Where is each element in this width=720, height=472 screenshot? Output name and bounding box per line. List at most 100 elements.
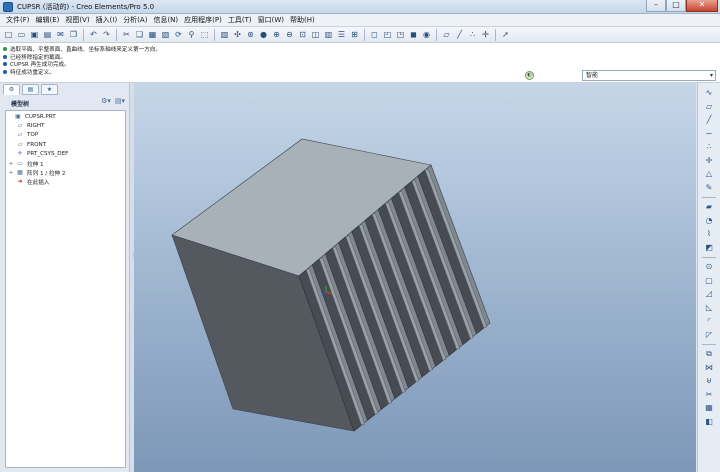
tree-item[interactable]: ▱ FRONT — [6, 140, 46, 149]
tree-settings-icon[interactable]: ⚙▾ — [101, 97, 111, 105]
analysis-icon[interactable]: △ — [703, 169, 715, 179]
email-icon[interactable]: ✉ — [55, 29, 66, 40]
menu-item-5[interactable]: 信息(N) — [150, 15, 181, 25]
zoom-out-icon[interactable]: ⊖ — [284, 29, 295, 40]
save-icon[interactable]: ▣ — [29, 29, 40, 40]
copy-feature-icon[interactable]: ⧉ — [703, 349, 715, 359]
toolbar-separator — [214, 28, 215, 41]
expand-icon[interactable]: + — [8, 170, 14, 176]
tree-item[interactable]: ➜ 在此插入 — [6, 178, 49, 187]
tree-show-icon[interactable]: ▤▾ — [115, 97, 125, 105]
menu-item-3[interactable]: 插入(I) — [93, 15, 121, 25]
menu-item-8[interactable]: 窗口(W) — [255, 15, 287, 25]
mirror-icon[interactable]: ⋈ — [703, 363, 715, 373]
redo-icon[interactable]: ↷ — [101, 29, 112, 40]
draft-icon[interactable]: ◺ — [703, 303, 715, 313]
menu-item-6[interactable]: 应用程序(P) — [181, 15, 225, 25]
refit-icon[interactable]: ⊡ — [297, 29, 308, 40]
shading-icon[interactable]: ◼ — [408, 29, 419, 40]
menu-item-0[interactable]: 文件(F) — [3, 15, 33, 25]
wireframe-icon[interactable]: ◻ — [369, 29, 380, 40]
pattern-icon[interactable]: ▦ — [703, 403, 715, 413]
copy-icon[interactable]: ❏ — [134, 29, 145, 40]
favorites-tab[interactable]: ★ — [41, 84, 58, 95]
chevron-down-icon: ▾ — [709, 72, 713, 79]
print-icon[interactable]: ▤ — [42, 29, 53, 40]
tree-item[interactable]: + ▦ 阵列 1 / 拉伸 2 — [6, 168, 66, 177]
blend-icon[interactable]: ◩ — [703, 243, 715, 253]
smart-filter-status-icon[interactable]: ◐ — [525, 71, 534, 80]
menu-item-7[interactable]: 工具(T) — [225, 15, 255, 25]
minimize-button[interactable]: – — [646, 0, 666, 12]
datum-points-icon[interactable]: ∴ — [467, 29, 478, 40]
paste-special-icon[interactable]: ▧ — [160, 29, 171, 40]
graphics-window[interactable] — [134, 83, 696, 472]
csys-icon[interactable]: ✛ — [480, 29, 491, 40]
datum-planes-icon[interactable]: ▱ — [441, 29, 452, 40]
sweep-icon[interactable]: ⌇ — [703, 229, 715, 239]
merge-icon[interactable]: ⊌ — [703, 376, 715, 386]
no-hidden-icon[interactable]: ◳ — [395, 29, 406, 40]
menu-item-4[interactable]: 分析(A) — [120, 15, 150, 25]
tree-item[interactable]: + ▭ 拉伸 1 — [6, 159, 44, 168]
tree-item[interactable]: ▱ RIGHT — [6, 121, 45, 130]
appearance-icon[interactable]: ● — [258, 29, 269, 40]
tree-item[interactable]: ✛ PRT_CSYS_DEF — [6, 150, 68, 159]
point-icon[interactable]: ∴ — [703, 142, 715, 152]
revolve-icon[interactable]: ◔ — [703, 216, 715, 226]
spin-center-icon[interactable]: ✣ — [232, 29, 243, 40]
tree-item-label: 在此插入 — [27, 180, 50, 187]
enhanced-realism-icon[interactable]: ◉ — [421, 29, 432, 40]
undo-icon[interactable]: ↶ — [88, 29, 99, 40]
paste-icon[interactable]: ▦ — [147, 29, 158, 40]
shell-icon[interactable]: ▢ — [703, 276, 715, 286]
hidden-line-icon[interactable]: ◰ — [382, 29, 393, 40]
close-button[interactable]: ✕ — [686, 0, 718, 12]
trim-icon[interactable]: ✂ — [703, 390, 715, 400]
layers-icon[interactable]: ☰ — [336, 29, 347, 40]
creo-app-icon[interactable] — [3, 2, 13, 12]
sketched-curve-icon[interactable]: ✎ — [703, 183, 715, 193]
extrude-icon[interactable]: ▰ — [703, 202, 715, 212]
menu-item-9[interactable]: 帮助(H) — [287, 15, 318, 25]
context-help-icon[interactable]: ➚ — [500, 29, 511, 40]
model-tree-tab[interactable]: ⚙ — [3, 84, 20, 95]
regenerate-icon[interactable]: ⟳ — [173, 29, 184, 40]
rib-icon[interactable]: ◿ — [703, 289, 715, 299]
maximize-button[interactable]: □ — [666, 0, 686, 12]
pattern-icon: ▦ — [17, 168, 23, 176]
datum-axes-icon[interactable]: ╱ — [454, 29, 465, 40]
selection-filter-dropdown[interactable]: 智能 ▾ — [582, 70, 716, 81]
new-icon[interactable]: □ — [3, 29, 14, 40]
curve-icon[interactable]: ∼ — [703, 129, 715, 139]
orient-mode-icon[interactable]: ⊛ — [245, 29, 256, 40]
open-icon[interactable]: ▭ — [16, 29, 27, 40]
cut-icon[interactable]: ✂ — [121, 29, 132, 40]
select-box-icon[interactable]: ⬚ — [199, 29, 210, 40]
model-3d-view[interactable] — [134, 83, 696, 472]
round-icon[interactable]: ◜ — [703, 316, 715, 326]
model-tree-title: 模型树 — [11, 100, 30, 108]
message-bullet-icon — [3, 54, 7, 59]
find-icon[interactable]: ⚲ — [186, 29, 197, 40]
repaint-icon[interactable]: ▨ — [219, 29, 230, 40]
saved-views-icon[interactable]: ▥ — [323, 29, 334, 40]
expand-icon[interactable]: + — [8, 161, 14, 167]
tree-item[interactable]: ▱ TOP — [6, 131, 39, 140]
axis-icon[interactable]: ╱ — [703, 115, 715, 125]
view-manager-icon[interactable]: ⊞ — [349, 29, 360, 40]
csys-datum-icon[interactable]: ✛ — [703, 156, 715, 166]
menu-item-2[interactable]: 视图(V) — [62, 15, 92, 25]
zoom-in-icon[interactable]: ⊕ — [271, 29, 282, 40]
copy-file-icon[interactable]: ❐ — [68, 29, 79, 40]
reorient-icon[interactable]: ◫ — [310, 29, 321, 40]
tree-item[interactable]: ▣ CUPSR.PRT — [6, 112, 56, 121]
plane-icon[interactable]: ▱ — [703, 102, 715, 112]
feature-toolbar: ∿ ▱ ╱ ∼ ∴ ✛ △ ✎ ▰ ◔ ⌇ ◩ ⊙ ▢ ◿ ◺ ◜ ◸ ⧉ ⋈ ⊌ ✂ ▦ ◧ — [697, 83, 720, 472]
sketch-icon[interactable]: ∿ — [703, 88, 715, 98]
menu-item-1[interactable]: 编辑(E) — [33, 15, 63, 25]
folder-browser-tab[interactable]: ▤ — [22, 84, 39, 95]
hole-icon[interactable]: ⊙ — [703, 262, 715, 272]
chamfer-icon[interactable]: ◸ — [703, 330, 715, 340]
solidify-icon[interactable]: ◧ — [703, 417, 715, 427]
